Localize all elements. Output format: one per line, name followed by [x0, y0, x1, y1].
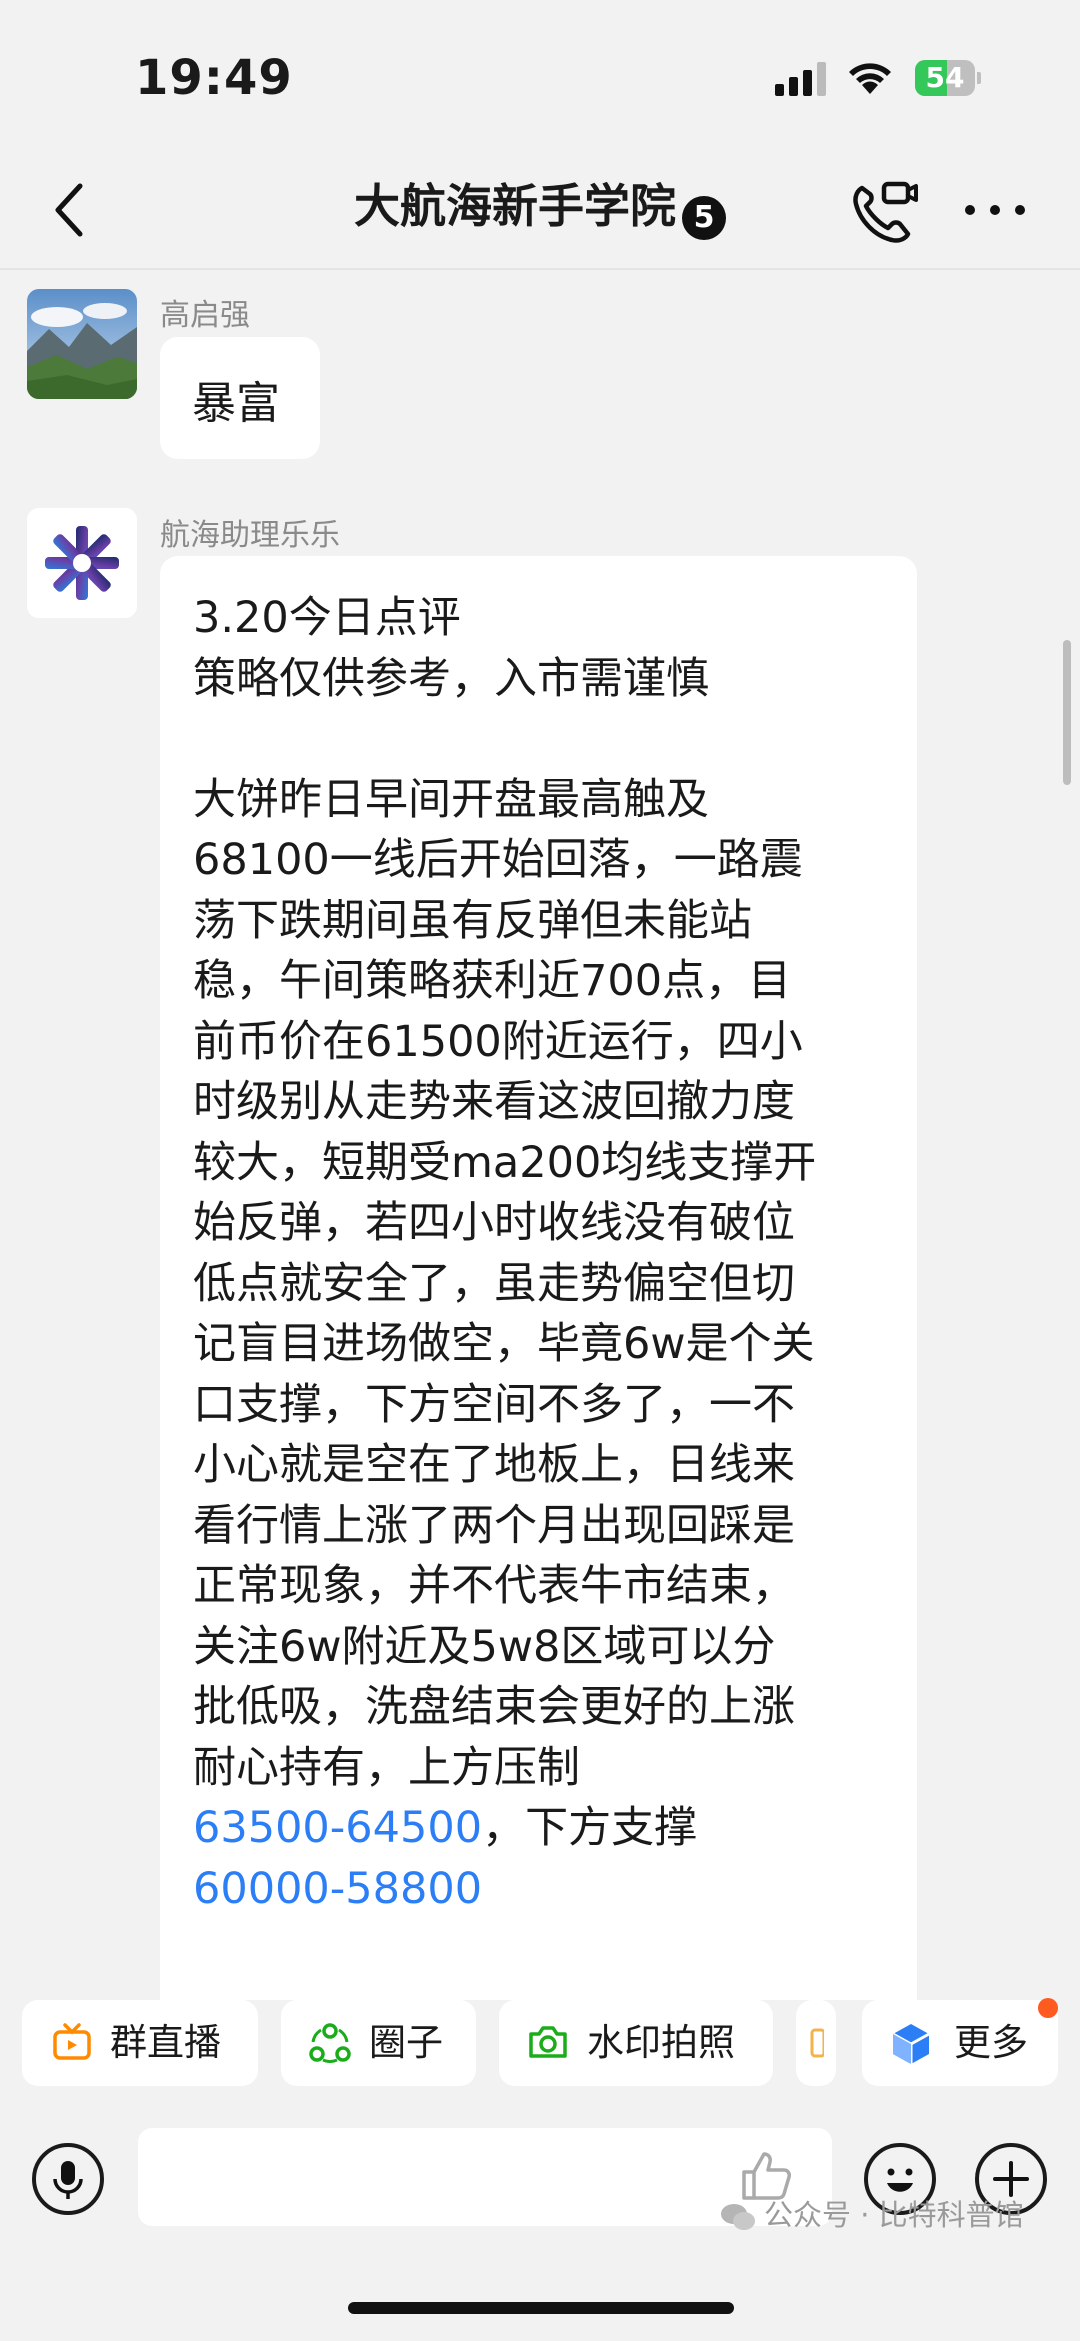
circle-group-icon	[309, 2023, 351, 2063]
message-line: 稳，午间策略获利近700点，目	[193, 956, 792, 1006]
voice-input-button[interactable]	[32, 2143, 104, 2215]
cellular-signal-icon	[775, 62, 826, 96]
message-line: 口支撑，下方空间不多了，一不	[193, 1379, 795, 1430]
price-range-link[interactable]: 60000-58800	[193, 1864, 482, 1914]
member-badge: 5	[682, 195, 726, 240]
microphone-icon	[53, 2161, 83, 2199]
scroll-indicator[interactable]	[1063, 640, 1071, 785]
group-call-icon[interactable]	[848, 178, 918, 248]
message-line: 时级别从走势来看这波回撤力度	[193, 1077, 795, 1127]
quick-actions-bar: 群直播 圈子 水印拍照 更多	[0, 2000, 1080, 2100]
chip-label: 圈子	[369, 2021, 443, 2064]
wechat-logo-icon	[721, 2204, 755, 2230]
battery-level: 54	[925, 61, 965, 94]
message-line: 小心就是空在了地板上，日线来	[193, 1440, 795, 1490]
message-line: 大饼昨日早间开盘最高触及	[193, 774, 709, 825]
group-live-button[interactable]: 群直播	[22, 2000, 258, 2086]
message-line: 荡下跌期间虽有反弹但未能站	[193, 895, 752, 946]
message-line: 3.20今日点评	[193, 593, 461, 643]
message-line: 批低吸，洗盘结束会更好的上涨	[193, 1682, 795, 1732]
partial-chip-icon	[810, 2028, 824, 2058]
starburst-avatar-image	[27, 508, 137, 618]
chip-label: 水印拍照	[587, 2021, 735, 2064]
circle-button[interactable]: 圈子	[281, 2000, 476, 2086]
message-line: 前币价在61500附近运行，四小	[193, 1016, 803, 1067]
more-options-icon[interactable]	[960, 190, 1030, 230]
message-line: 正常现象，并不代表牛市结束，	[193, 1561, 795, 1611]
message-line: 看行情上涨了两个月出现回踩是	[193, 1500, 795, 1551]
watermark: 公众号 · 比特科普馆	[720, 2192, 1024, 2234]
chat-header: 大航海新手学院 5	[0, 150, 1080, 270]
tv-icon	[53, 2023, 91, 2060]
chip-label: 更多	[954, 2021, 1028, 2064]
notification-dot	[1038, 1998, 1058, 2018]
group-title[interactable]: 大航海新手学院	[354, 179, 676, 233]
message-line: 较大，短期受ma200均线支撑开	[193, 1137, 817, 1188]
partial-chip[interactable]	[796, 2000, 836, 2086]
message-fragment: ，下方支撑	[482, 1803, 698, 1853]
message-line: 低点就安全了，虽走势偏空但切	[193, 1258, 795, 1309]
message-line: 记盲目进场做空，毕竟6w是个关	[193, 1319, 815, 1369]
cube-icon	[892, 2024, 930, 2064]
chat-title-area: 大航海新手学院 5	[0, 150, 1080, 270]
watermark-text: 公众号 · 比特科普馆	[764, 2198, 1024, 2232]
message-line: 关注6w附近及5w8区域可以分	[193, 1621, 776, 1672]
status-bar: 19:49 54	[0, 0, 1080, 150]
message-line: 68100一线后开始回落，一路震	[193, 835, 803, 885]
sender-avatar[interactable]	[27, 508, 137, 618]
status-time: 19:49	[135, 50, 293, 106]
message-bubble[interactable]: 3.20今日点评 策略仅供参考，入市需谨慎 大饼昨日早间开盘最高触及 68100…	[160, 556, 917, 2016]
message-bubble[interactable]: 暴富	[160, 337, 320, 459]
sender-name: 高启强	[160, 298, 250, 333]
message-line: 耐心持有，上方压制	[193, 1742, 580, 1793]
home-indicator[interactable]	[348, 2302, 734, 2314]
message-line: 60000-58800	[193, 1859, 893, 1920]
camera-icon	[529, 2026, 567, 2058]
battery-icon: 54	[915, 60, 981, 96]
more-button[interactable]: 更多	[862, 2000, 1058, 2086]
wifi-icon	[849, 63, 891, 94]
watermark-camera-button[interactable]: 水印拍照	[499, 2000, 773, 2086]
message-text: 3.20今日点评 策略仅供参考，入市需谨慎 大饼昨日早间开盘最高触及 68100…	[193, 588, 893, 1919]
chip-label: 群直播	[110, 2021, 221, 2064]
message-line: 策略仅供参考，入市需谨慎	[193, 653, 709, 704]
landscape-avatar-image	[27, 289, 137, 399]
message-text: 暴富	[192, 378, 280, 429]
message-line: 始反弹，若四小时收线没有破位	[193, 1198, 795, 1248]
message-line: 63500-64500，下方支撑	[193, 1798, 893, 1859]
sender-name: 航海助理乐乐	[160, 518, 340, 553]
price-range-link[interactable]: 63500-64500	[193, 1803, 482, 1853]
header-divider	[0, 268, 1080, 270]
sender-avatar[interactable]	[27, 289, 137, 399]
